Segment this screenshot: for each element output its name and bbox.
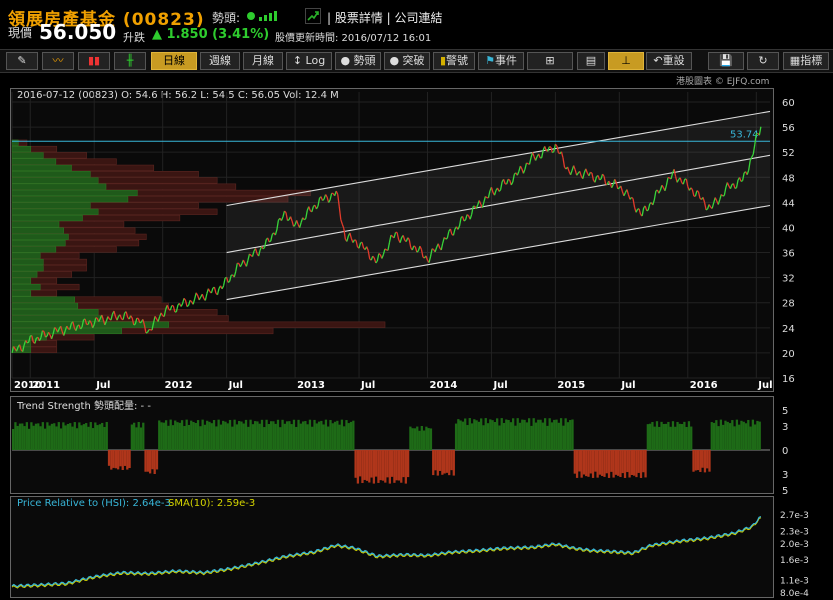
rel-y-tick-label: 1.1e-3 [780, 577, 809, 587]
sma-line [11, 517, 762, 589]
rel-y-tick-label: 8.0e-4 [780, 589, 809, 599]
rel-y-tick-label: 2.7e-3 [780, 511, 809, 521]
rel-y-tick-label: 2.3e-3 [780, 528, 809, 538]
rel-y-tick-label: 1.6e-3 [780, 556, 809, 566]
rel-y-tick-label: 2.0e-3 [780, 540, 809, 550]
relative-line [11, 516, 762, 588]
relative-chart: 2.7e-3 2.3e-3 2.0e-3 1.6e-3 1.1e-3 8.0e-4 [11, 511, 809, 599]
